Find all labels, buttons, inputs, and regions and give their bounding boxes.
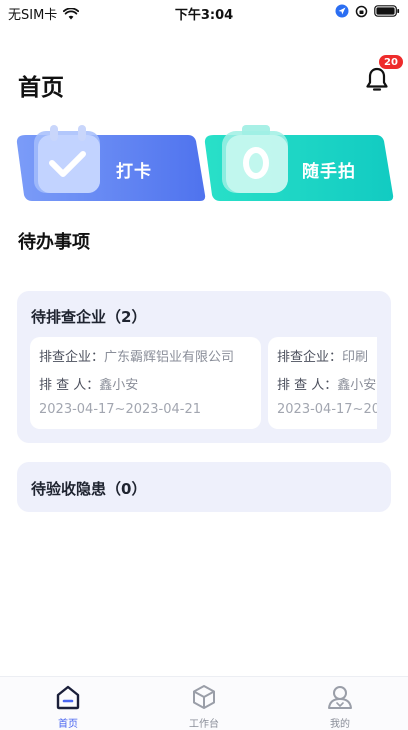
tab-mine-label: 我的 <box>330 719 350 730</box>
tab-home-label: 首页 <box>58 719 78 730</box>
tab-bar: 首页 工作台 我的 <box>0 676 408 730</box>
clock-in-label: 打卡 <box>116 162 152 182</box>
tab-mine[interactable]: 我的 <box>300 683 380 730</box>
inspector-key: 排 查 人： <box>39 378 100 393</box>
inspector-value: 鑫小安 <box>99 378 139 393</box>
pending-inspection-title[interactable]: 待排查企业（2） <box>31 306 146 327</box>
enterprise-key: 排查企业： <box>277 350 343 365</box>
bell-icon <box>366 67 388 91</box>
todo-section-title: 待办事项 <box>18 232 90 253</box>
pending-acceptance-panel[interactable]: 待验收隐患（0） <box>17 462 391 512</box>
calendar-check-icon <box>34 125 100 193</box>
pending-inspection-panel: 待排查企业（2） 排查企业：广东霸辉铝业有限公司 排 查 人：鑫小安 2023-… <box>17 291 391 443</box>
user-icon <box>328 686 352 709</box>
tab-home[interactable]: 首页 <box>28 683 108 730</box>
pending-inspection-list[interactable]: 排查企业：广东霸辉铝业有限公司 排 查 人：鑫小安 2023-04-17~202… <box>30 337 377 431</box>
snapshot-label: 随手拍 <box>302 162 356 182</box>
notification-badge: 20 <box>378 54 404 70</box>
pending-acceptance-title: 待验收隐患（0） <box>31 480 147 498</box>
inspector-value: 鑫小安 <box>337 378 377 393</box>
battery-icon <box>374 5 400 17</box>
clock-in-card[interactable]: 打卡 <box>16 123 206 201</box>
date-range: 2023-04-17~2023-04-21 <box>39 402 201 417</box>
orientation-lock-icon <box>355 5 368 17</box>
tab-workbench-label: 工作台 <box>189 719 219 730</box>
date-range: 2023-04-17~2023-04-21 <box>277 402 377 417</box>
page-title: 首页 <box>18 75 64 101</box>
location-arrow-icon <box>335 4 349 18</box>
enterprise-value: 广东霸辉铝业有限公司 <box>104 350 235 365</box>
status-bar: 无SIM卡 下午3:04 <box>0 0 408 24</box>
snapshot-card[interactable]: 随手拍 <box>204 123 394 201</box>
enterprise-value: 印刷 <box>342 350 369 365</box>
camera-icon <box>222 125 288 193</box>
status-right <box>335 4 400 18</box>
cube-icon <box>193 685 215 709</box>
inspection-card[interactable]: 排查企业：广东霸辉铝业有限公司 排 查 人：鑫小安 2023-04-17~202… <box>30 337 261 429</box>
inspection-card[interactable]: 排查企业：印刷 排 查 人：鑫小安 2023-04-17~2023-04-21 <box>268 337 377 429</box>
home-icon <box>56 685 80 710</box>
enterprise-key: 排查企业： <box>39 350 105 365</box>
notification-button[interactable]: 20 <box>364 54 404 94</box>
inspector-key: 排 查 人： <box>277 378 338 393</box>
tab-workbench[interactable]: 工作台 <box>164 683 244 730</box>
